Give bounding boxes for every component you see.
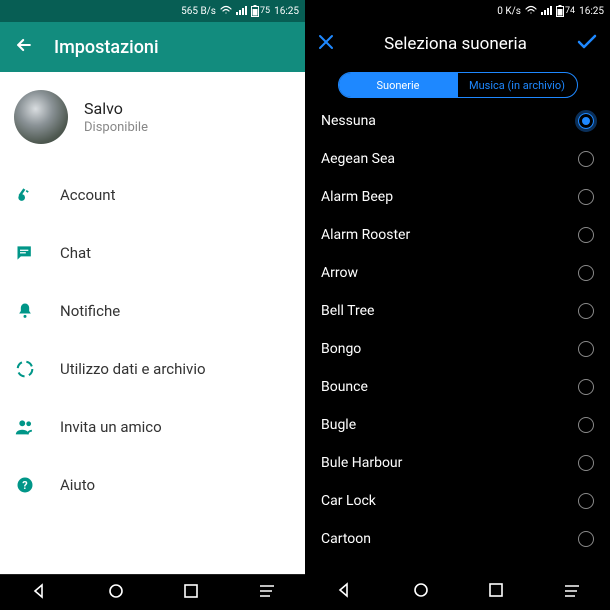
ringtone-row[interactable]: Aegean Sea: [305, 140, 610, 178]
nav-home-icon[interactable]: [108, 583, 124, 603]
ringtone-row[interactable]: Arrow: [305, 254, 610, 292]
nav-menu-icon[interactable]: [564, 583, 580, 602]
segmented-music[interactable]: Musica (in archivio): [458, 73, 577, 97]
settings-item-label: Notifiche: [60, 302, 120, 320]
nav-back-icon[interactable]: [30, 582, 48, 604]
settings-item-chat[interactable]: Chat: [0, 224, 305, 282]
ringtone-label: Alarm Rooster: [321, 227, 410, 243]
clock: 16:25: [579, 6, 604, 17]
settings-item-label: Invita un amico: [60, 418, 162, 436]
status-bar-left: 565 B/s 75 16:25: [0, 0, 305, 22]
radio-icon[interactable]: [578, 227, 594, 243]
radio-icon[interactable]: [578, 493, 594, 509]
nav-home-icon[interactable]: [413, 582, 429, 602]
settings-item-help[interactable]: ? Aiuto: [0, 456, 305, 514]
ringtone-row[interactable]: Car Lock: [305, 482, 610, 520]
ringtone-row[interactable]: Bugle: [305, 406, 610, 444]
page-title: Impostazioni: [54, 37, 159, 58]
nav-recent-icon[interactable]: [183, 583, 199, 603]
help-icon: ?: [14, 474, 36, 496]
ringtone-row[interactable]: Alarm Beep: [305, 178, 610, 216]
settings-item-label: Aiuto: [60, 476, 95, 494]
profile-subtitle: Disponibile: [84, 120, 148, 135]
nav-bar-left: [0, 574, 305, 610]
segmented-control: Suonerie Musica (in archivio): [338, 72, 578, 98]
ringtone-label: Nessuna: [321, 113, 376, 129]
profile-name: Salvo: [84, 99, 148, 118]
ringtone-label: Aegean Sea: [321, 151, 395, 167]
nav-back-icon[interactable]: [335, 581, 353, 603]
ringtone-row[interactable]: Cartoon: [305, 520, 610, 558]
data-rate: 565 B/s: [181, 6, 216, 17]
ringtone-label: Bongo: [321, 341, 361, 357]
key-icon: [14, 184, 36, 206]
settings-item-label: Utilizzo dati e archivio: [60, 360, 206, 378]
bell-icon: [14, 300, 36, 322]
battery-icon: 74: [556, 5, 575, 17]
settings-item-label: Chat: [60, 244, 91, 262]
ringtone-label: Arrow: [321, 265, 358, 281]
nav-menu-icon[interactable]: [259, 583, 275, 602]
radio-icon[interactable]: [578, 113, 594, 129]
ringtone-header: Seleziona suoneria: [305, 22, 610, 66]
wifi-icon: [525, 5, 537, 18]
radio-icon[interactable]: [578, 303, 594, 319]
page-title: Seleziona suoneria: [384, 34, 527, 54]
radio-icon[interactable]: [578, 417, 594, 433]
radio-icon[interactable]: [578, 151, 594, 167]
back-icon[interactable]: [14, 35, 34, 59]
radio-icon[interactable]: [578, 531, 594, 547]
settings-header: Impostazioni: [0, 22, 305, 72]
battery-icon: 75: [251, 5, 270, 17]
nav-bar-right: [305, 574, 610, 610]
radio-icon[interactable]: [578, 379, 594, 395]
settings-item-account[interactable]: Account: [0, 166, 305, 224]
ringtone-row[interactable]: Nessuna: [305, 102, 610, 140]
ringtone-label: Bule Harbour: [321, 455, 402, 471]
settings-item-notifications[interactable]: Notifiche: [0, 282, 305, 340]
ringtone-label: Car Lock: [321, 493, 376, 509]
segmented-ringtones[interactable]: Suonerie: [339, 73, 458, 97]
wifi-icon: [220, 5, 232, 18]
ringtone-label: Bugle: [321, 417, 356, 433]
signal-icon: [236, 5, 247, 18]
radio-icon[interactable]: [578, 341, 594, 357]
data-icon: [14, 358, 36, 380]
radio-icon[interactable]: [578, 455, 594, 471]
settings-item-data[interactable]: Utilizzo dati e archivio: [0, 340, 305, 398]
settings-item-invite[interactable]: Invita un amico: [0, 398, 305, 456]
ringtone-label: Bounce: [321, 379, 368, 395]
clock: 16:25: [274, 6, 299, 17]
close-icon[interactable]: [317, 32, 335, 56]
radio-icon[interactable]: [578, 265, 594, 281]
data-rate: 0 K/s: [497, 6, 521, 17]
avatar: [14, 90, 68, 144]
chat-icon: [14, 242, 36, 264]
ringtone-row[interactable]: Bongo: [305, 330, 610, 368]
invite-icon: [14, 416, 36, 438]
radio-icon[interactable]: [578, 189, 594, 205]
ringtone-label: Alarm Beep: [321, 189, 393, 205]
svg-text:?: ?: [22, 479, 27, 492]
ringtone-row[interactable]: Bule Harbour: [305, 444, 610, 482]
ringtone-row[interactable]: Alarm Rooster: [305, 216, 610, 254]
ringtone-label: Bell Tree: [321, 303, 374, 319]
ringtone-row[interactable]: Bounce: [305, 368, 610, 406]
ringtone-row[interactable]: Bell Tree: [305, 292, 610, 330]
nav-recent-icon[interactable]: [488, 582, 504, 602]
signal-icon: [541, 5, 552, 18]
settings-item-label: Account: [60, 186, 116, 204]
ringtone-label: Cartoon: [321, 531, 371, 547]
status-bar-right: 0 K/s 74 16:25: [305, 0, 610, 22]
confirm-icon[interactable]: [576, 32, 598, 57]
profile-row[interactable]: Salvo Disponibile: [0, 72, 305, 166]
